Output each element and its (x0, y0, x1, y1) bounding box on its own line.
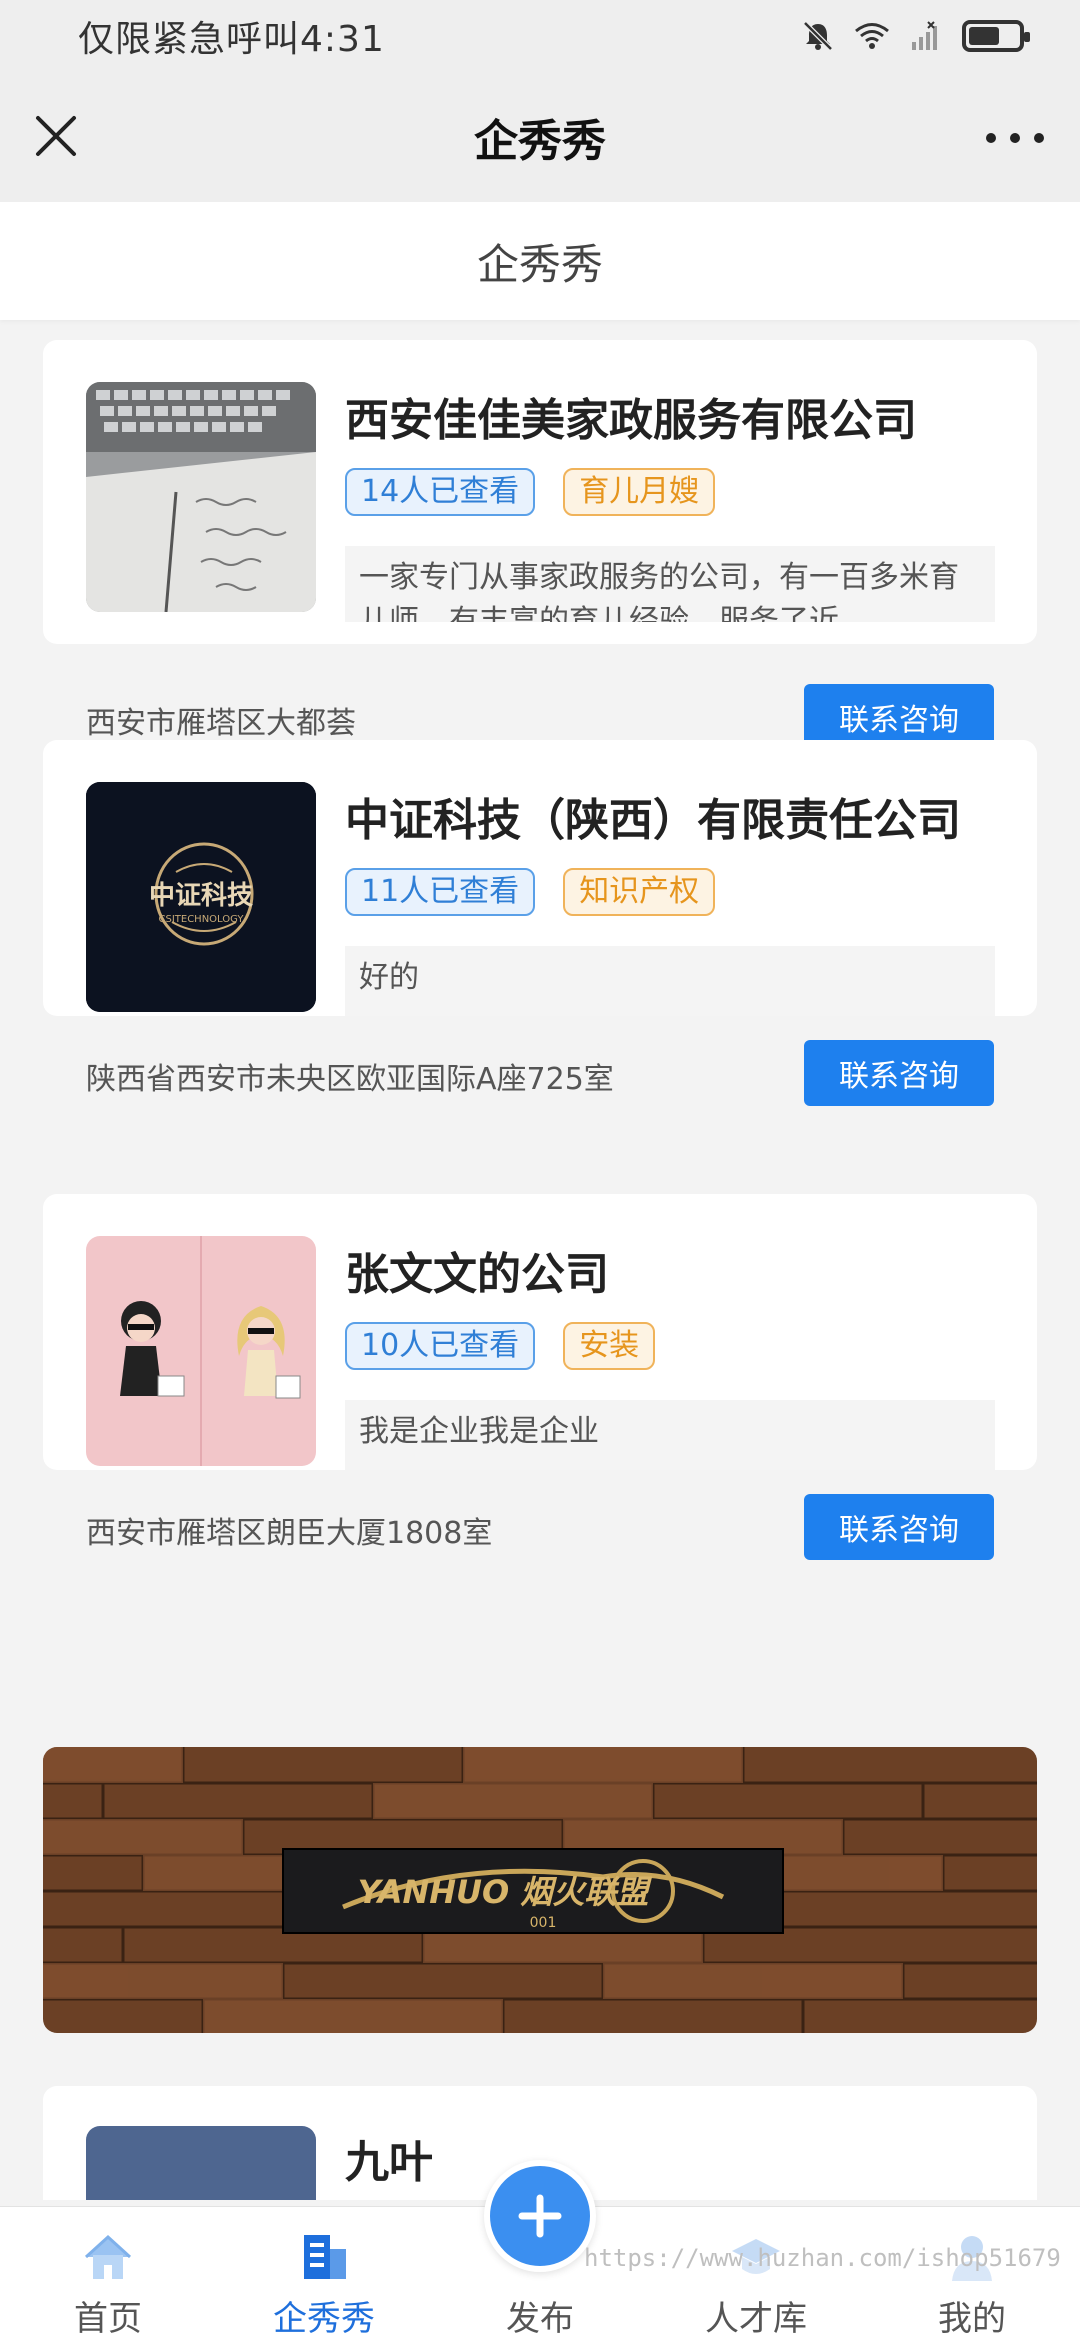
wifi-icon (855, 23, 889, 49)
battery-icon (962, 20, 1030, 52)
status-icons (800, 20, 1030, 52)
nav-item-showcase[interactable]: 企秀秀 (224, 2207, 424, 2340)
views-tag: 14人已查看 (345, 468, 536, 516)
nav-label: 首页 (74, 2299, 142, 2339)
company-name[interactable]: 九叶 (345, 2126, 433, 2190)
promo-banner[interactable]: YANHUO 烟火联盟 001 (43, 1747, 1037, 2033)
logo-text: 中证科技 (149, 881, 253, 911)
nav-label: 企秀秀 (273, 2299, 375, 2339)
views-tag: 10人已查看 (345, 1322, 536, 1370)
nav-item-mine[interactable]: 我的 (872, 2207, 1072, 2340)
company-description: 好的 (345, 946, 995, 1016)
company-tags: 10人已查看 安装 (345, 1322, 656, 1370)
sub-header: 企秀秀 (0, 202, 1080, 320)
company-tags: 11人已查看 知识产权 (345, 868, 716, 916)
plus-icon (518, 2194, 562, 2238)
nav-label: 我的 (938, 2299, 1006, 2339)
sub-header-title: 企秀秀 (476, 239, 603, 289)
company-thumbnail (86, 2126, 316, 2200)
publish-button[interactable] (484, 2160, 596, 2272)
company-name[interactable]: 中证科技（陕西）有限责任公司 (345, 784, 961, 848)
home-icon (84, 2234, 132, 2279)
logo-subtext: CSITECHNOLOGY (158, 914, 244, 925)
views-tag: 11人已查看 (345, 868, 536, 916)
status-time: 仅限紧急呼叫4:31 (78, 19, 385, 60)
page-title: 企秀秀 (474, 116, 606, 167)
company-card[interactable]: 张文文的公司 10人已查看 安装 我是企业我是企业 西安市雁塔区朗臣大厦1808… (43, 1194, 1037, 1560)
nav-label: 发布 (506, 2299, 574, 2339)
company-card[interactable]: 中证科技 CSITECHNOLOGY 中证科技（陕西）有限责任公司 11人已查看… (43, 740, 1037, 1106)
company-address: 西安市雁塔区大都荟 (86, 706, 356, 741)
company-description: 我是企业我是企业 (345, 1400, 995, 1470)
company-description: 一家专门从事家政服务的公司，有一百多米育儿师，有丰富的育儿经验，服务了近… (345, 546, 995, 622)
bell-off-icon (803, 21, 833, 51)
banner-sign-text: YANHUO 烟火联盟 (358, 1873, 653, 1911)
company-name[interactable]: 张文文的公司 (345, 1238, 609, 1302)
company-address: 西安市雁塔区朗臣大厦1808室 (86, 1516, 493, 1551)
company-list[interactable]: 西安佳佳美家政服务有限公司 14人已查看 育儿月嫂 一家专门从事家政服务的公司，… (0, 320, 1080, 2200)
banner-sign-sub: 001 (530, 1915, 557, 1931)
status-bar: 仅限紧急呼叫4:31 (0, 0, 1080, 72)
signal-icon (912, 21, 937, 50)
contact-button[interactable]: 联系咨询 (804, 1040, 994, 1106)
nav-item-home[interactable]: 首页 (8, 2207, 208, 2340)
company-logo: 中证科技 CSITECHNOLOGY (86, 782, 316, 1012)
company-tags: 14人已查看 育儿月嫂 (345, 468, 716, 516)
company-thumbnail (86, 1236, 316, 1466)
more-icon[interactable] (980, 110, 1050, 166)
company-address: 陕西省西安市未央区欧亚国际A座725室 (86, 1062, 614, 1097)
nav-item-talent[interactable]: 人才库 (656, 2207, 856, 2340)
category-tag: 知识产权 (563, 868, 716, 916)
company-card[interactable]: 西安佳佳美家政服务有限公司 14人已查看 育儿月嫂 一家专门从事家政服务的公司，… (43, 340, 1037, 750)
watermark-text: https://www.huzhan.com/ishop51679 (584, 2244, 1061, 2272)
nav-label: 人才库 (705, 2299, 807, 2339)
close-icon[interactable] (28, 108, 84, 164)
title-bar: 企秀秀 (0, 72, 1080, 202)
company-name[interactable]: 西安佳佳美家政服务有限公司 (345, 384, 917, 448)
building-icon (304, 2235, 346, 2279)
contact-button[interactable]: 联系咨询 (804, 1494, 994, 1560)
category-tag: 安装 (563, 1322, 656, 1370)
company-thumbnail (86, 382, 316, 612)
category-tag: 育儿月嫂 (563, 468, 716, 516)
